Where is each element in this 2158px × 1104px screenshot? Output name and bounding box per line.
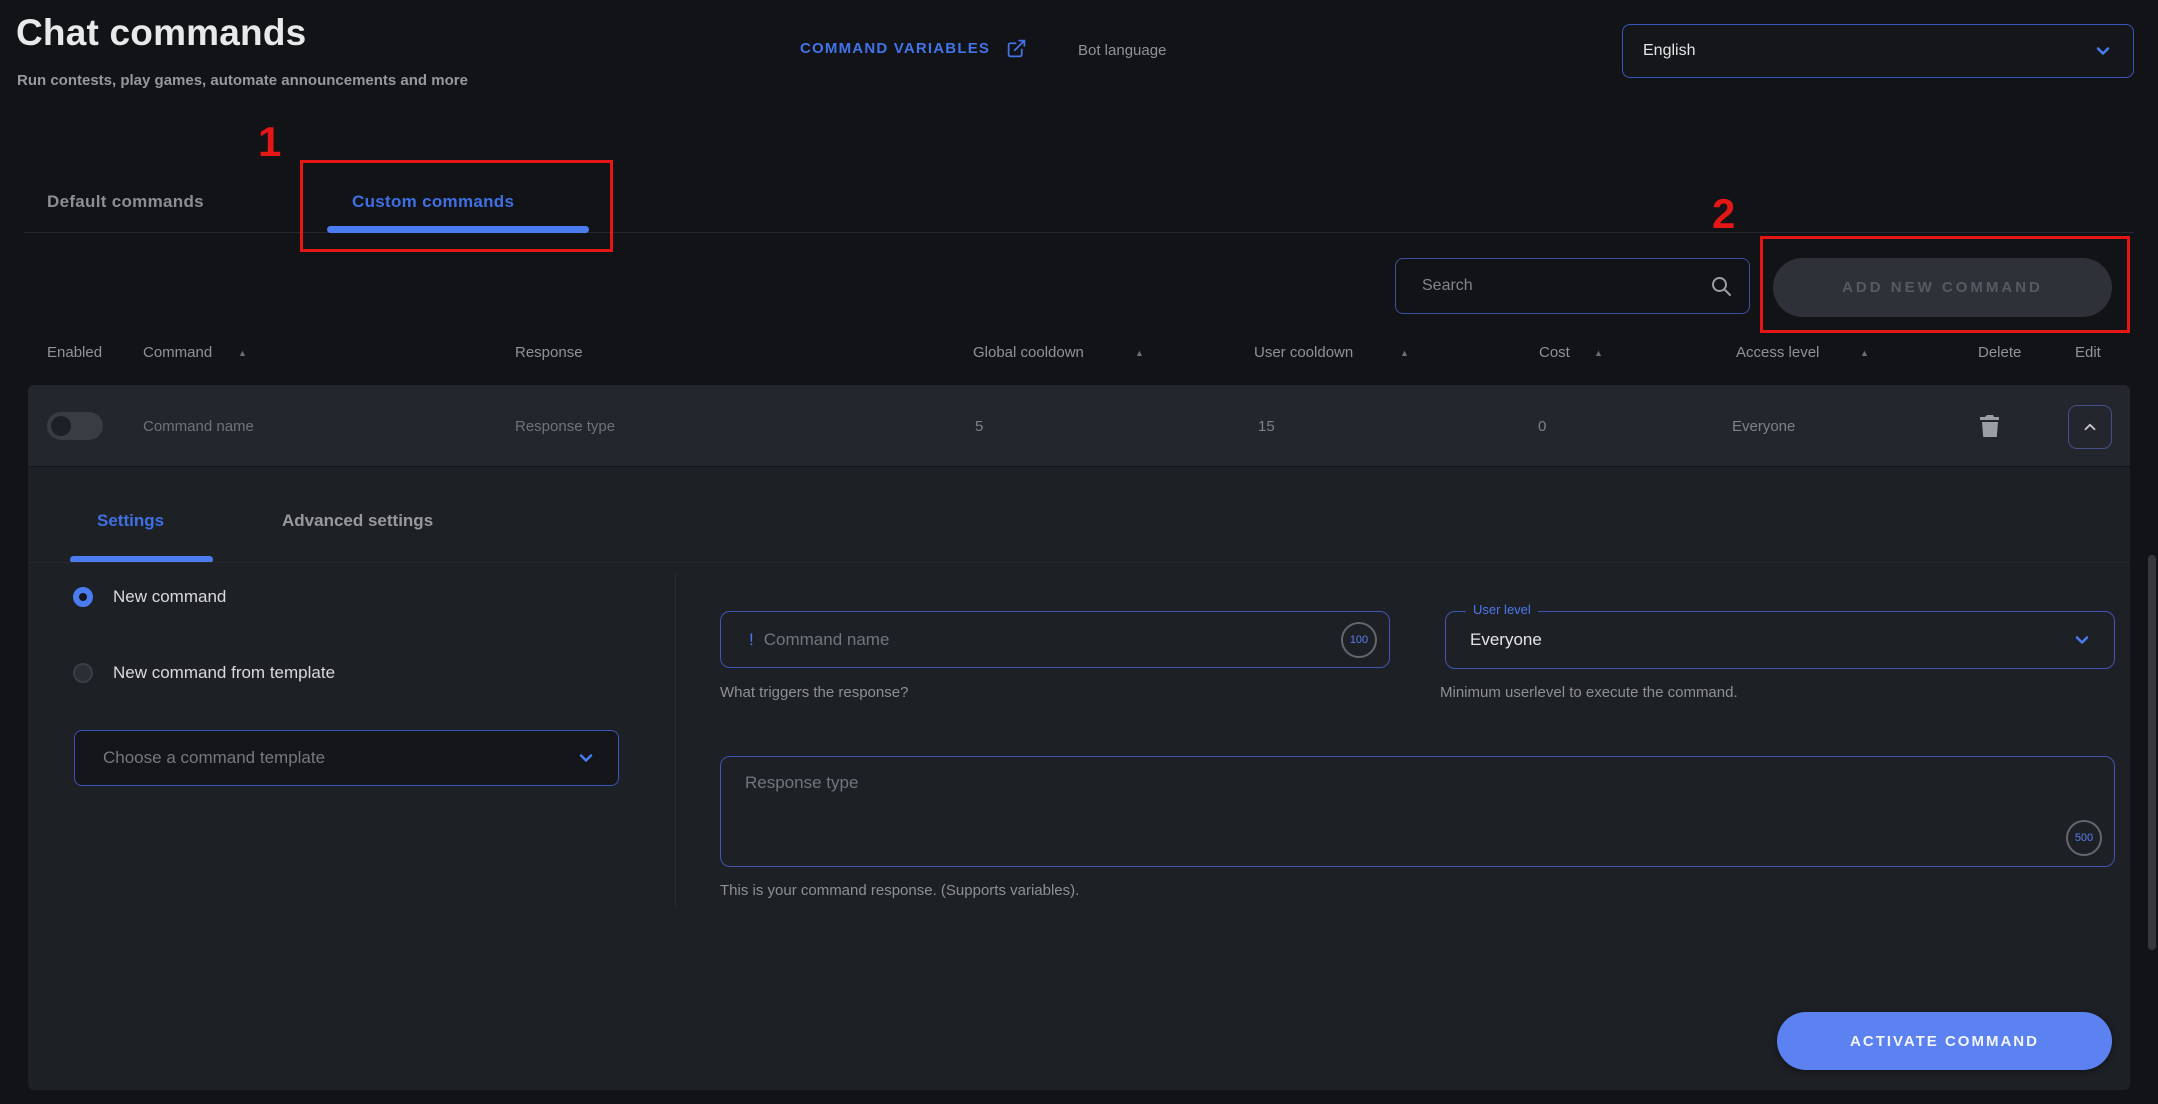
search-icon: [1709, 274, 1733, 298]
external-link-icon: [1006, 38, 1027, 59]
command-variables-label[interactable]: COMMAND VARIABLES: [800, 40, 990, 57]
search-input-container: [1395, 258, 1750, 314]
column-header-response: Response: [515, 344, 583, 361]
char-limit-badge: 100: [1341, 622, 1377, 658]
page-title: Chat commands: [16, 12, 306, 54]
chevron-up-icon: [2081, 418, 2099, 436]
table-row: Command name Response type 5 15 0 Everyo…: [28, 385, 2130, 467]
chevron-down-icon: [2072, 630, 2092, 650]
scrollbar-thumb[interactable]: [2148, 555, 2156, 950]
annotation-number-1: 1: [258, 118, 281, 166]
active-tab-indicator: [327, 226, 589, 233]
toggle-knob: [51, 416, 71, 436]
editor-tabs-divider: [28, 562, 2130, 563]
add-new-command-button[interactable]: ADD NEW COMMAND: [1773, 258, 2112, 317]
command-name-helper: What triggers the response?: [720, 684, 908, 701]
enabled-toggle[interactable]: [47, 412, 103, 440]
trash-icon: [1979, 414, 2001, 438]
search-input[interactable]: [1420, 276, 1704, 296]
command-name-field[interactable]: ! 100: [720, 611, 1390, 668]
row-access-level-cell: Everyone: [1732, 418, 1795, 435]
command-prefix: !: [749, 630, 754, 650]
bot-language-label: Bot language: [1078, 42, 1166, 59]
response-input[interactable]: [743, 771, 2037, 855]
column-header-global-cooldown[interactable]: Global cooldown: [973, 344, 1084, 361]
radio-new-command-from-template[interactable]: [73, 663, 93, 683]
form-divider: [675, 573, 676, 906]
sort-asc-icon: ▲: [1400, 348, 1409, 358]
delete-button[interactable]: [1973, 409, 2007, 443]
page-subtitle: Run contests, play games, automate annou…: [17, 72, 468, 89]
annotation-number-2: 2: [1712, 190, 1735, 238]
row-global-cooldown-cell: 5: [975, 418, 983, 435]
column-header-command[interactable]: Command: [143, 344, 212, 361]
response-field[interactable]: 500: [720, 756, 2115, 867]
column-header-access-level[interactable]: Access level: [1736, 344, 1819, 361]
sort-asc-icon: ▲: [238, 348, 247, 358]
char-limit-badge: 500: [2066, 820, 2102, 856]
activate-command-button[interactable]: ACTIVATE COMMAND: [1777, 1012, 2112, 1070]
user-level-helper: Minimum userlevel to execute the command…: [1440, 684, 1738, 701]
chat-commands-page: Chat commands Run contests, play games, …: [0, 0, 2158, 1104]
chevron-down-icon: [576, 748, 596, 768]
user-level-select[interactable]: Everyone: [1445, 611, 2115, 669]
bot-language-select[interactable]: English: [1622, 24, 2134, 78]
chevron-down-icon: [2093, 41, 2113, 61]
column-header-cost[interactable]: Cost: [1539, 344, 1570, 361]
radio-new-command-label[interactable]: New command: [113, 587, 226, 607]
row-cost-cell: 0: [1538, 418, 1546, 435]
sort-asc-icon: ▲: [1860, 348, 1869, 358]
user-level-label: User level: [1466, 602, 1538, 617]
tab-custom-commands[interactable]: Custom commands: [352, 192, 514, 212]
tab-advanced-settings[interactable]: Advanced settings: [282, 511, 433, 531]
command-variables-link[interactable]: COMMAND VARIABLES: [800, 38, 1027, 59]
command-template-select[interactable]: Choose a command template: [74, 730, 619, 786]
column-header-enabled: Enabled: [47, 344, 102, 361]
collapse-row-button[interactable]: [2068, 405, 2112, 449]
radio-from-template-label[interactable]: New command from template: [113, 663, 335, 683]
radio-new-command[interactable]: [73, 587, 93, 607]
command-card: Command name Response type 5 15 0 Everyo…: [28, 385, 2130, 1090]
sort-asc-icon: ▲: [1135, 348, 1144, 358]
row-response-cell: Response type: [515, 418, 615, 435]
user-level-value: Everyone: [1470, 630, 1542, 650]
bot-language-value: English: [1643, 42, 1695, 60]
command-name-input[interactable]: [762, 629, 1341, 651]
tab-settings[interactable]: Settings: [97, 511, 164, 531]
sort-asc-icon: ▲: [1594, 348, 1603, 358]
column-header-edit: Edit: [2075, 344, 2101, 361]
command-template-placeholder: Choose a command template: [103, 748, 325, 768]
column-header-delete: Delete: [1978, 344, 2021, 361]
response-helper: This is your command response. (Supports…: [720, 882, 1079, 899]
row-command-cell: Command name: [143, 418, 254, 435]
tab-default-commands[interactable]: Default commands: [47, 192, 204, 212]
column-header-user-cooldown[interactable]: User cooldown: [1254, 344, 1353, 361]
row-user-cooldown-cell: 15: [1258, 418, 1275, 435]
